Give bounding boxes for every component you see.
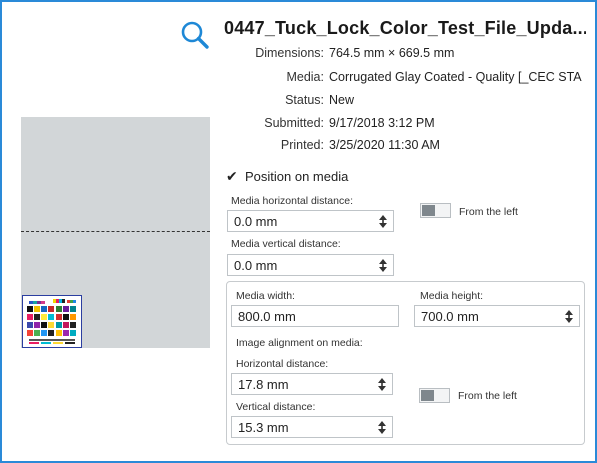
detail-value: 9/17/2018 3:12 PM (329, 116, 435, 130)
position-on-media-checkbox[interactable]: ✔ Position on media (226, 168, 426, 186)
detail-label: Printed: (280, 138, 324, 152)
toggle-knob (422, 205, 435, 216)
detail-value: Corrugated Glay Coated - Quality [_CEC S… (329, 70, 582, 84)
color-test-thumbnail-image (23, 296, 81, 347)
stepper-arrows-icon[interactable] (565, 310, 573, 323)
from-left-toggle-image[interactable] (419, 388, 450, 403)
media-width-label: Media width: (236, 290, 295, 302)
stepper-arrows-icon[interactable] (378, 378, 386, 391)
field-value: 700.0 mm (421, 309, 479, 324)
detail-value: 764.5 mm × 669.5 mm (329, 46, 455, 60)
job-title: 0447_Tuck_Lock_Color_Test_File_Upda... (224, 18, 586, 38)
detail-label: Submitted: (264, 116, 324, 130)
image-alignment-label: Image alignment on media: (236, 337, 363, 349)
field-value: 0.0 mm (234, 258, 278, 273)
media-width-input[interactable]: 800.0 mm (231, 305, 399, 327)
from-left-label-image: From the left (458, 390, 517, 402)
detail-row-status: Status: New (202, 93, 592, 113)
field-value: 17.8 mm (238, 377, 289, 392)
field-value: 800.0 mm (238, 309, 296, 324)
stepper-arrows-icon[interactable] (379, 215, 387, 228)
field-value: 15.3 mm (238, 420, 289, 435)
from-left-label-media: From the left (459, 206, 518, 218)
detail-label: Dimensions: (255, 46, 324, 60)
from-left-toggle-media[interactable] (420, 203, 451, 218)
horizontal-distance-label: Horizontal distance: (236, 358, 329, 370)
vertical-distance-label: Vertical distance: (236, 401, 316, 413)
media-height-label: Media height: (420, 290, 484, 302)
job-properties-panel: 0447_Tuck_Lock_Color_Test_File_Upda... D… (0, 0, 597, 463)
horizontal-distance-input[interactable]: 17.8 mm (231, 373, 393, 395)
media-boundary-line (21, 231, 210, 232)
detail-value: New (329, 93, 355, 107)
media-vertical-distance-input[interactable]: 0.0 mm (227, 254, 394, 276)
job-thumbnail[interactable] (22, 295, 82, 348)
checkmark-icon: ✔ (226, 168, 238, 184)
detail-label: Status: (285, 93, 324, 107)
detail-label: Media: (286, 70, 324, 84)
media-vertical-distance-label: Media vertical distance: (231, 238, 341, 250)
detail-row-submitted: Submitted: 9/17/2018 3:12 PM (202, 116, 592, 136)
stepper-arrows-icon[interactable] (378, 421, 386, 434)
field-value: 0.0 mm (234, 214, 278, 229)
vertical-distance-input[interactable]: 15.3 mm (231, 416, 393, 438)
detail-row-printed: Printed: 3/25/2020 11:30 AM (202, 138, 592, 158)
detail-row-media: Media: Corrugated Glay Coated - Quality … (202, 70, 592, 90)
detail-value: 3/25/2020 11:30 AM (329, 138, 440, 152)
detail-row-dimensions: Dimensions: 764.5 mm × 669.5 mm (202, 46, 592, 66)
media-horizontal-distance-input[interactable]: 0.0 mm (227, 210, 394, 232)
stepper-arrows-icon[interactable] (379, 259, 387, 272)
media-height-input[interactable]: 700.0 mm (414, 305, 580, 327)
position-on-media-label: Position on media (245, 169, 349, 184)
toggle-knob (421, 390, 434, 401)
media-preview (21, 117, 210, 348)
media-horizontal-distance-label: Media horizontal distance: (231, 195, 353, 207)
